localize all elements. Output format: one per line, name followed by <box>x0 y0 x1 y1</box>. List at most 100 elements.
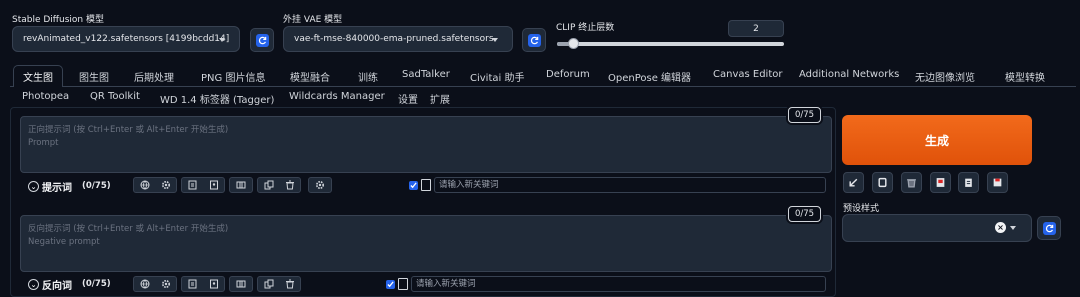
edit-list-icon[interactable] <box>182 178 203 192</box>
negative-prompt-placeholder: 反向提示词 (按 Ctrl+Enter 或 Alt+Enter 开始生成) <box>28 224 229 234</box>
positive-helper-count: (0/75) <box>82 181 111 191</box>
generate-button[interactable]: 生成 <box>842 115 1032 165</box>
vae-select[interactable]: vae-ft-mse-840000-ema-pruned.safetensors <box>283 26 513 52</box>
positive-prompt-placeholder: 正向提示词 (按 Ctrl+Enter 或 Alt+Enter 开始生成) <box>28 125 229 135</box>
positive-keyword-input[interactable]: 请输入新关键词 <box>434 177 826 193</box>
tab-openpose-editor[interactable]: OpenPose 编辑器 <box>608 69 691 84</box>
book-icon <box>421 179 431 191</box>
negative-keyword-checkbox[interactable] <box>386 280 395 289</box>
chevron-down-icon <box>219 38 225 42</box>
translate-icon[interactable] <box>134 178 155 192</box>
grid-icon[interactable] <box>230 277 251 291</box>
negative-tool-group-3 <box>229 276 253 292</box>
apply-style-button[interactable] <box>958 172 979 193</box>
clip-label: CLIP 终止层数 <box>556 23 615 33</box>
bookmark-icon[interactable] <box>203 277 224 291</box>
bookmark-icon[interactable] <box>203 178 224 192</box>
copy-icon[interactable] <box>258 277 279 291</box>
negative-tool-group-4 <box>257 276 301 292</box>
negative-helper-toggle[interactable]: ⌄ 反向词 <box>28 277 72 292</box>
positive-tool-group-1 <box>133 177 177 193</box>
negative-prompt-input[interactable]: 反向提示词 (按 Ctrl+Enter 或 Alt+Enter 开始生成) Ne… <box>20 215 832 272</box>
clip-slider-track[interactable] <box>557 42 784 46</box>
clipboard-icon <box>965 178 972 187</box>
tab-canvas-editor[interactable]: Canvas Editor <box>713 69 782 80</box>
tab-bar-divider <box>10 86 1076 87</box>
positive-tool-group-3 <box>229 177 253 193</box>
chevron-down-icon: ⌄ <box>28 279 39 290</box>
gear-icon[interactable] <box>155 277 176 291</box>
positive-keyword-checkbox[interactable] <box>409 181 418 190</box>
tab-deforum[interactable]: Deforum <box>546 69 590 80</box>
model-select[interactable]: revAnimated_v122.safetensors [4199bcdd14… <box>12 26 240 52</box>
clip-slider-thumb[interactable] <box>568 38 579 49</box>
save-style-button[interactable] <box>987 172 1008 193</box>
negative-token-counter: 0/75 <box>788 206 821 222</box>
translate-icon[interactable] <box>134 277 155 291</box>
tab-png-info[interactable]: PNG 图片信息 <box>201 69 265 84</box>
clip-number-input[interactable]: 2 <box>728 20 784 37</box>
styles-label: 预设样式 <box>843 204 880 214</box>
positive-tool-group-2 <box>181 177 225 193</box>
positive-prompt-placeholder-en: Prompt <box>28 138 59 148</box>
negative-helper-count: (0/75) <box>82 279 111 289</box>
tab-image-browser[interactable]: 无边图像浏览 <box>915 69 975 84</box>
card-icon <box>936 178 945 187</box>
tab-wildcards-manager[interactable]: Wildcards Manager <box>289 91 385 102</box>
tab-civitai-helper[interactable]: Civitai 助手 <box>470 69 524 84</box>
negative-tool-group-2 <box>181 276 225 292</box>
refresh-icon <box>527 33 541 47</box>
settings-icon[interactable] <box>309 178 330 192</box>
positive-helper-title: 提示词 <box>42 183 72 194</box>
negative-prompt-placeholder-en: Negative prompt <box>28 237 100 247</box>
refresh-icon <box>1042 221 1056 235</box>
clear-prompt-button[interactable] <box>872 172 893 193</box>
positive-tool-group-5 <box>308 177 332 193</box>
edit-list-icon[interactable] <box>182 277 203 291</box>
chevron-down-icon <box>492 38 498 42</box>
tab-img2img[interactable]: 图生图 <box>79 69 109 84</box>
tab-photopea[interactable]: Photopea <box>22 91 69 102</box>
grid-icon[interactable] <box>230 178 251 192</box>
trash-icon <box>907 179 916 188</box>
model-label: Stable Diffusion 模型 <box>12 15 104 25</box>
positive-tool-group-4 <box>257 177 301 193</box>
negative-tool-group-1 <box>133 276 177 292</box>
tab-checkpoint-merger[interactable]: 模型融合 <box>290 69 330 84</box>
clear-icon[interactable]: × <box>995 222 1006 233</box>
tab-settings[interactable]: 设置 <box>398 91 418 106</box>
vae-label: 外挂 VAE 模型 <box>283 15 343 25</box>
vae-refresh-button[interactable] <box>522 28 546 52</box>
tab-txt2img[interactable]: 文生图 <box>13 65 63 87</box>
vae-select-value: vae-ft-mse-840000-ema-pruned.safetensors <box>294 34 494 44</box>
negative-keyword-input[interactable]: 请输入新关键词 <box>411 276 826 292</box>
extra-networks-button[interactable] <box>930 172 951 193</box>
positive-prompt-input[interactable]: 正向提示词 (按 Ctrl+Enter 或 Alt+Enter 开始生成) Pr… <box>20 116 832 173</box>
tab-model-converter[interactable]: 模型转换 <box>1005 69 1045 84</box>
tab-tagger[interactable]: WD 1.4 标签器 (Tagger) <box>160 91 274 106</box>
tab-extensions[interactable]: 扩展 <box>430 91 450 106</box>
tab-qr-toolkit[interactable]: QR Toolkit <box>90 91 140 102</box>
trash-icon[interactable] <box>279 277 300 291</box>
arrow-icon <box>849 178 858 187</box>
trash-icon[interactable] <box>279 178 300 192</box>
refresh-icon <box>255 33 269 47</box>
positive-helper-toggle[interactable]: ⌄ 提示词 <box>28 179 72 194</box>
save-icon <box>993 178 1002 187</box>
tab-extras[interactable]: 后期处理 <box>134 69 174 84</box>
book-icon <box>398 278 408 290</box>
positive-token-counter: 0/75 <box>788 107 821 123</box>
read-params-button[interactable] <box>843 172 864 193</box>
negative-helper-title: 反向词 <box>42 281 72 292</box>
copy-icon[interactable] <box>258 178 279 192</box>
tab-additional-networks[interactable]: Additional Networks <box>799 69 899 80</box>
tab-sadtalker[interactable]: SadTalker <box>402 69 450 80</box>
square-icon <box>878 177 887 188</box>
gear-icon[interactable] <box>155 178 176 192</box>
chevron-down-icon: ⌄ <box>28 181 39 192</box>
tab-train[interactable]: 训练 <box>358 69 378 84</box>
model-refresh-button[interactable] <box>250 28 274 52</box>
delete-button[interactable] <box>901 172 922 193</box>
styles-refresh-button[interactable] <box>1037 216 1061 240</box>
chevron-down-icon <box>1010 226 1016 230</box>
